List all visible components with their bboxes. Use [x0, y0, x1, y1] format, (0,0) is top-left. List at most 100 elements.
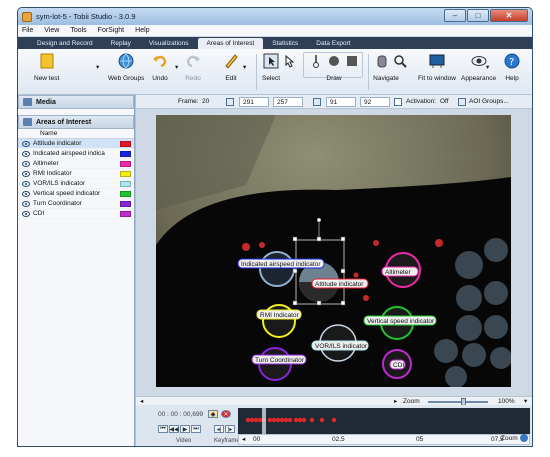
navigate-hand-button[interactable]: [374, 53, 390, 75]
play-button[interactable]: ▶: [180, 425, 190, 433]
aoi-list-item[interactable]: Turn Coordinator: [18, 199, 134, 209]
name-column-header[interactable]: Name: [18, 129, 134, 139]
visibility-eye-icon[interactable]: [22, 160, 30, 167]
next-keyframe-button[interactable]: |▸: [225, 425, 235, 433]
aoi-color-swatch[interactable]: [120, 200, 131, 207]
skip-end-button[interactable]: ⏭: [191, 425, 201, 433]
magnifier-icon: [394, 55, 407, 68]
menu-file[interactable]: File: [22, 27, 33, 34]
appearance-button[interactable]: Appearance: [461, 53, 496, 82]
position-x-field[interactable]: 291: [239, 97, 269, 107]
redo-button[interactable]: Redo: [185, 53, 201, 82]
appearance-dropdown-icon[interactable]: ▾: [486, 63, 489, 71]
media-panel-header[interactable]: Media: [18, 95, 134, 109]
canvas-horizontal-scrollbar[interactable]: ◂ ▸ Zoom 100% ▾: [136, 396, 532, 406]
edit-dropdown-icon[interactable]: ▾: [243, 63, 246, 71]
undo-dropdown-icon[interactable]: ▾: [175, 63, 178, 71]
menu-forsight[interactable]: ForSight: [98, 27, 124, 34]
rotation-handle[interactable]: [316, 217, 322, 223]
minimize-button[interactable]: –: [444, 9, 466, 22]
time-ruler[interactable]: ◂ 00 02,5 05 07,5: [238, 434, 530, 445]
cockpit-stimulus-image[interactable]: Indicated airspeed indicator Attitude ind…: [156, 115, 511, 387]
tab-visualizations[interactable]: Visualizations: [140, 38, 198, 49]
skip-start-button[interactable]: ⏮: [158, 425, 168, 433]
aoi-canvas-label[interactable]: Indicated airspeed indicator: [237, 258, 325, 269]
aoi-canvas-label[interactable]: Altimeter: [381, 266, 419, 277]
aoi-color-swatch[interactable]: [120, 150, 131, 157]
aoi-canvas-label[interactable]: Attitude indicator: [311, 278, 369, 289]
ruler-scroll-left[interactable]: ◂: [242, 435, 245, 443]
visibility-eye-icon[interactable]: [22, 180, 30, 187]
keyframe-delete-button[interactable]: ✕: [221, 410, 231, 418]
tab-design-and-record[interactable]: Design and Record: [28, 38, 102, 49]
aoi-canvas[interactable]: Indicated airspeed indicator Attitude ind…: [136, 109, 532, 396]
visibility-eye-icon[interactable]: [22, 150, 30, 157]
fit-to-window-button[interactable]: Fit to window: [418, 53, 456, 82]
size-width-field[interactable]: 91: [326, 97, 356, 107]
redo-icon: [186, 55, 200, 68]
aoi-list-item[interactable]: Attitude indicator: [18, 139, 134, 149]
tab-data-export[interactable]: Data Export: [307, 38, 359, 49]
aoi-panel-header[interactable]: Areas of Interest: [18, 115, 134, 129]
zoom-dropdown-icon[interactable]: ▾: [524, 397, 527, 405]
visibility-eye-icon[interactable]: [22, 170, 30, 177]
aoi-canvas-label[interactable]: Vertical speed indicator: [363, 315, 437, 326]
edit-button[interactable]: Edit: [223, 53, 239, 82]
aoi-canvas-label[interactable]: CDI: [389, 359, 406, 370]
navigate-zoom-button[interactable]: Navigate: [373, 53, 408, 82]
aoi-list-item[interactable]: CDI: [18, 209, 134, 219]
rewind-button[interactable]: ◀◀: [169, 425, 179, 433]
aoi-canvas-label[interactable]: RMI Indicator: [256, 309, 302, 320]
aoi-canvas-label[interactable]: VOR/ILS indicator: [311, 340, 369, 351]
prev-keyframe-button[interactable]: ◂|: [214, 425, 224, 433]
visibility-eye-icon[interactable]: [22, 190, 30, 197]
tab-statistics[interactable]: Statistics: [263, 38, 307, 49]
visibility-eye-icon[interactable]: [22, 210, 30, 217]
aoi-color-swatch[interactable]: [120, 180, 131, 187]
visibility-eye-icon[interactable]: [22, 200, 30, 207]
aoi-color-swatch[interactable]: [120, 160, 131, 167]
draw-ellipse-button[interactable]: Draw: [326, 53, 342, 82]
keyframe-track[interactable]: [238, 408, 530, 434]
keyframe-add-button[interactable]: ◆: [208, 410, 218, 418]
visibility-eye-icon[interactable]: [22, 140, 30, 147]
aoi-color-swatch[interactable]: [120, 210, 131, 217]
aoi-groups-button[interactable]: AOI Groups...: [469, 98, 509, 105]
activation-checkbox[interactable]: [394, 98, 402, 106]
web-groups-button[interactable]: Web Groups: [108, 53, 144, 82]
help-button[interactable]: ? Help: [504, 53, 520, 82]
zoom-slider-track[interactable]: [428, 401, 488, 403]
aoi-list-item[interactable]: Indicated airspeed indica: [18, 149, 134, 159]
frame-info-bar: Frame: 20 291 257 91 92 Activation: Off …: [136, 95, 532, 109]
menu-help[interactable]: Help: [135, 27, 149, 34]
position-y-field[interactable]: 257: [273, 97, 303, 107]
pointer-button[interactable]: [282, 53, 298, 75]
new-test-dropdown-icon[interactable]: ▾: [96, 63, 99, 71]
undo-button[interactable]: Undo: [152, 53, 168, 82]
timeline-zoom-in-icon[interactable]: [520, 434, 528, 442]
menu-tools[interactable]: Tools: [70, 27, 86, 34]
tab-replay[interactable]: Replay: [102, 38, 140, 49]
maximize-button[interactable]: □: [467, 9, 489, 22]
aoi-list-item[interactable]: Vertical speed indicator: [18, 189, 134, 199]
aoi-color-swatch[interactable]: [120, 170, 131, 177]
aoi-color-swatch[interactable]: [120, 140, 131, 147]
draw-polygon-button[interactable]: [308, 53, 324, 75]
size-height-field[interactable]: 92: [360, 97, 390, 107]
menu-view[interactable]: View: [44, 27, 59, 34]
scroll-right-arrow[interactable]: ▸: [394, 397, 397, 405]
aoi-name: Vertical speed indicator: [33, 190, 101, 197]
close-button[interactable]: ✕: [490, 9, 528, 22]
media-header-label: Media: [36, 98, 56, 106]
select-button[interactable]: Select: [262, 53, 280, 82]
ruler-tick-2: 05: [416, 436, 424, 443]
aoi-list-item[interactable]: RMI Indicator: [18, 169, 134, 179]
new-test-button[interactable]: New test: [34, 53, 59, 82]
aoi-list-item[interactable]: VOR/ILS indicator: [18, 179, 134, 189]
scroll-left-arrow[interactable]: ◂: [140, 397, 143, 405]
aoi-canvas-label[interactable]: Turn Coordinator: [251, 354, 307, 365]
tab-areas-of-interest[interactable]: Areas of Interest: [197, 38, 264, 49]
draw-rectangle-button[interactable]: [344, 53, 360, 75]
aoi-list-item[interactable]: Altimeter: [18, 159, 134, 169]
aoi-color-swatch[interactable]: [120, 190, 131, 197]
